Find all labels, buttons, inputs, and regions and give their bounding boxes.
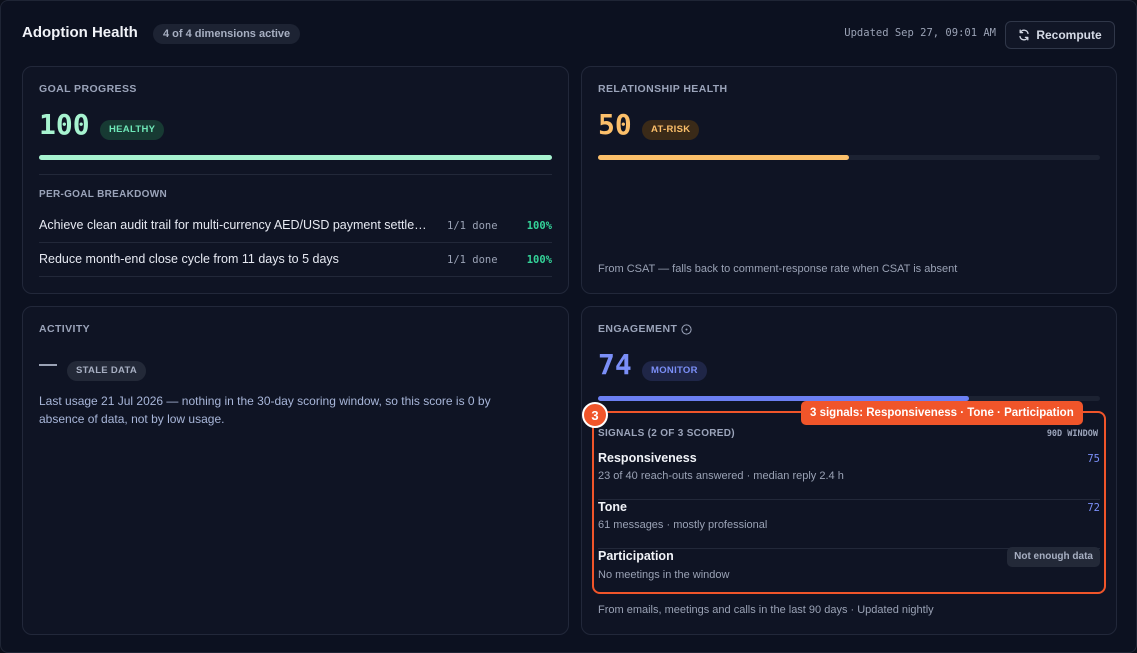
recompute-button[interactable]: Recompute bbox=[1005, 21, 1115, 49]
goal-text: Achieve clean audit trail for multi-curr… bbox=[39, 218, 427, 232]
page-title: Adoption Health bbox=[22, 24, 138, 41]
activity-label: ACTIVITY bbox=[39, 323, 91, 335]
refresh-icon bbox=[1019, 29, 1029, 41]
stale-data-badge: STALE DATA bbox=[67, 361, 147, 381]
goal-progress-track bbox=[39, 155, 552, 160]
relationship-health-label: RELATIONSHIP HEALTH bbox=[598, 83, 728, 95]
activity-description: Last usage 21 Jul 2026 — nothing in the … bbox=[39, 394, 491, 426]
goal-progress-label: GOAL PROGRESS bbox=[39, 83, 137, 95]
relationship-health-track bbox=[598, 155, 1100, 160]
relationship-health-footnote: From CSAT — falls back to comment-respon… bbox=[598, 263, 958, 275]
updated-timestamp: Updated Sep 27, 09:01 AM bbox=[844, 27, 996, 39]
app-frame: Adoption Health 4 of 4 dimensions active… bbox=[0, 0, 1137, 653]
recompute-label: Recompute bbox=[1036, 28, 1102, 42]
monitor-status-badge: MONITOR bbox=[642, 361, 707, 381]
goal-row[interactable]: Achieve clean audit trail for multi-curr… bbox=[39, 209, 552, 243]
goal-progress-card: GOAL PROGRESS 100 HEALTHY PER-GOAL BREAK… bbox=[22, 66, 569, 294]
engagement-label-text: ENGAGEMENT bbox=[598, 323, 678, 335]
at-risk-status-badge: AT-RISK bbox=[642, 120, 700, 140]
goal-done-count: 1/1 done bbox=[447, 254, 498, 266]
relationship-health-score: 50 bbox=[598, 108, 632, 141]
goal-progress-score: 100 bbox=[39, 108, 90, 141]
goal-progress-fill bbox=[39, 155, 552, 160]
engagement-score: 74 bbox=[598, 348, 632, 381]
per-goal-breakdown-label: PER-GOAL BREAKDOWN bbox=[39, 189, 167, 200]
goal-text: Reduce month-end close cycle from 11 day… bbox=[39, 252, 339, 266]
info-icon[interactable] bbox=[681, 324, 692, 335]
header: Adoption Health 4 of 4 dimensions active… bbox=[22, 21, 1115, 49]
annotation-number-badge: 3 bbox=[582, 402, 608, 428]
divider bbox=[39, 174, 552, 175]
goal-row[interactable]: Reduce month-end close cycle from 11 day… bbox=[39, 243, 552, 277]
highlight-box bbox=[592, 411, 1106, 594]
annotation-tag: 3 signals: Responsiveness · Tone · Parti… bbox=[801, 401, 1083, 425]
healthy-status-badge: HEALTHY bbox=[100, 120, 165, 140]
dimensions-badge: 4 of 4 dimensions active bbox=[153, 24, 301, 44]
activity-card: ACTIVITY STALE DATA Last usage 21 Jul 20… bbox=[22, 306, 569, 635]
goal-percent: 100% bbox=[526, 254, 552, 266]
empty-score-dash bbox=[39, 364, 57, 366]
goal-done-count: 1/1 done bbox=[447, 220, 498, 232]
engagement-footnote: From emails, meetings and calls in the l… bbox=[598, 604, 934, 616]
engagement-label: ENGAGEMENT bbox=[598, 323, 692, 335]
row-divider bbox=[39, 276, 552, 277]
relationship-health-card: RELATIONSHIP HEALTH 50 AT-RISK From CSAT… bbox=[581, 66, 1117, 294]
relationship-health-fill bbox=[598, 155, 849, 160]
goal-percent: 100% bbox=[526, 220, 552, 232]
